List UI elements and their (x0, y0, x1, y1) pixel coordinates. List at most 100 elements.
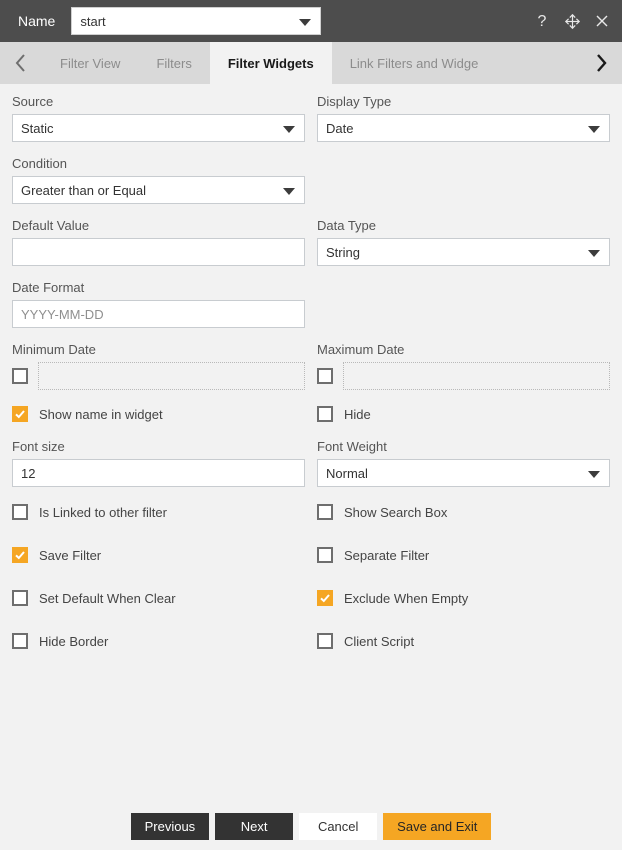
row-condition: Condition Greater than or Equal (12, 156, 610, 204)
condition-select[interactable]: Greater than or Equal (12, 176, 305, 204)
set-default-when-clear-checkbox[interactable] (12, 590, 28, 606)
move-icon[interactable] (562, 11, 582, 31)
exclude-when-empty-label[interactable]: Exclude When Empty (344, 591, 468, 606)
name-label: Name (18, 13, 56, 29)
data-type-value: String (326, 244, 360, 260)
is-linked-to-other-filter-checkbox[interactable] (12, 504, 28, 520)
exclude-when-empty-checkbox[interactable] (317, 590, 333, 606)
checkbox-row: Show Search Box (317, 501, 610, 523)
option-show-search-box: Show Search Box (317, 501, 610, 523)
separate-filter-label[interactable]: Separate Filter (344, 548, 429, 563)
minimum-date-label: Minimum Date (12, 342, 96, 357)
field-font-weight: Font Weight Normal (317, 439, 610, 487)
client-script-checkbox[interactable] (317, 633, 333, 649)
date-format-input[interactable]: YYYY-MM-DD (12, 300, 305, 328)
dialog-footer: Previous Next Cancel Save and Exit (0, 802, 622, 850)
field-default-value: Default Value (12, 218, 305, 266)
font-size-label: Font size (12, 439, 65, 454)
checkbox-row: Is Linked to other filter (12, 501, 305, 523)
option-hide: Hide (317, 403, 610, 425)
show-search-box-checkbox[interactable] (317, 504, 333, 520)
minimum-date-input[interactable] (38, 362, 305, 390)
show-name-in-widget-checkbox[interactable] (12, 406, 28, 422)
tab-label: Filters (156, 55, 192, 71)
option-set-default-when-clear: Set Default When Clear (12, 587, 305, 609)
row-default-value-data-type: Default Value Data Type String (12, 218, 610, 266)
data-type-select[interactable]: String (317, 238, 610, 266)
checkbox-row: Set Default When Clear (12, 587, 305, 609)
field-font-size: Font size 12 (12, 439, 305, 487)
maximum-date-label: Maximum Date (317, 342, 405, 357)
hide-label[interactable]: Hide (344, 407, 371, 422)
separate-filter-checkbox[interactable] (317, 547, 333, 563)
tab-link-filters-and-widgets[interactable]: Link Filters and Widge (332, 42, 497, 84)
options-row: Is Linked to other filter Show Search Bo… (12, 501, 610, 523)
hide-checkbox[interactable] (317, 406, 333, 422)
name-dropdown-value: start (80, 13, 106, 29)
hide-border-checkbox[interactable] (12, 633, 28, 649)
option-is-linked-to-other-filter: Is Linked to other filter (12, 501, 305, 523)
options-row: Hide Border Client Script (12, 630, 610, 652)
set-default-when-clear-label[interactable]: Set Default When Clear (39, 591, 176, 606)
font-size-input[interactable]: 12 (12, 459, 305, 487)
source-value: Static (21, 120, 54, 136)
field-date-format: Date Format YYYY-MM-DD (12, 280, 305, 328)
default-value-input[interactable] (12, 238, 305, 266)
maximum-date-input[interactable] (343, 362, 610, 390)
chevron-down-icon (283, 188, 295, 195)
maximum-date-field (317, 362, 610, 390)
minimum-date-checkbox[interactable] (12, 368, 28, 384)
option-hide-border: Hide Border (12, 630, 305, 652)
tab-strip: Filter View Filters Filter Widgets Link … (0, 42, 622, 84)
options-row: Save Filter Separate Filter (12, 544, 610, 566)
chevron-down-icon (588, 126, 600, 133)
option-separate-filter: Separate Filter (317, 544, 610, 566)
tab-label: Link Filters and Widge (349, 55, 479, 71)
hide-border-label[interactable]: Hide Border (39, 634, 108, 649)
row-font: Font size 12 Font Weight Normal (12, 439, 610, 487)
next-button[interactable]: Next (215, 812, 294, 840)
font-weight-label: Font Weight (317, 439, 387, 454)
minimum-date-field (12, 362, 305, 390)
display-type-select[interactable]: Date (317, 114, 610, 142)
window-controls: ? (532, 11, 612, 31)
svg-text:?: ? (538, 13, 547, 30)
chevron-down-icon (588, 471, 600, 478)
chevron-right-icon[interactable] (580, 42, 622, 84)
font-size-value: 12 (21, 465, 36, 481)
date-format-placeholder: YYYY-MM-DD (21, 306, 104, 322)
tab-filters[interactable]: Filters (138, 42, 209, 84)
close-icon[interactable] (592, 11, 612, 31)
option-save-filter: Save Filter (12, 544, 305, 566)
save-filter-checkbox[interactable] (12, 547, 28, 563)
is-linked-to-other-filter-label[interactable]: Is Linked to other filter (39, 505, 167, 520)
client-script-label[interactable]: Client Script (344, 634, 414, 649)
show-name-in-widget-label[interactable]: Show name in widget (39, 407, 163, 422)
tab-filter-view[interactable]: Filter View (42, 42, 138, 84)
checkbox-row: Save Filter (12, 544, 305, 566)
field-minimum-date: Minimum Date (12, 342, 305, 390)
tab-label: Filter Widgets (227, 55, 314, 71)
previous-button[interactable]: Previous (130, 812, 210, 840)
save-and-exit-button[interactable]: Save and Exit (383, 812, 492, 840)
show-search-box-label[interactable]: Show Search Box (344, 505, 447, 520)
checkbox-row: Hide (317, 403, 610, 425)
help-icon[interactable]: ? (532, 11, 552, 31)
checkbox-row: Exclude When Empty (317, 587, 610, 609)
chevron-left-icon[interactable] (0, 42, 42, 84)
name-dropdown[interactable]: start (71, 7, 322, 35)
row-source-display-type: Source Static Display Type Date (12, 94, 610, 142)
chevron-down-icon (299, 19, 312, 26)
source-select[interactable]: Static (12, 114, 305, 142)
filter-widget-form: Source Static Display Type Date Conditio… (0, 84, 622, 652)
title-bar: Name start ? (0, 0, 622, 42)
cancel-button[interactable]: Cancel (299, 812, 378, 840)
maximum-date-checkbox[interactable] (317, 368, 333, 384)
row-date-format: Date Format YYYY-MM-DD (12, 280, 610, 328)
tab-filter-widgets[interactable]: Filter Widgets (209, 42, 332, 84)
font-weight-select[interactable]: Normal (317, 459, 610, 487)
save-filter-label[interactable]: Save Filter (39, 548, 101, 563)
data-type-label: Data Type (317, 218, 377, 233)
